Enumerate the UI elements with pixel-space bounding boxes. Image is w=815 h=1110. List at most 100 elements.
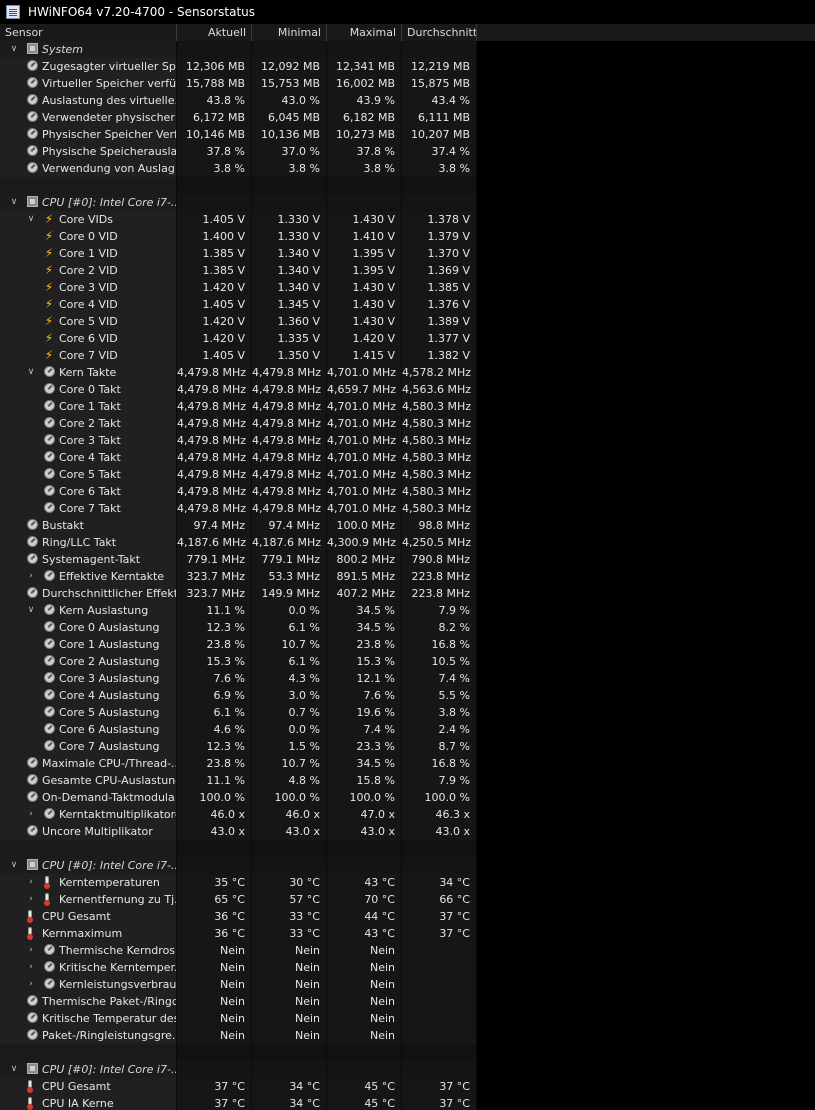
sensor-row[interactable]: › Kernentfernung zu Tj... 65 °C 57 °C 70 °C 6… xyxy=(0,891,815,908)
expand-chevron-icon[interactable]: › xyxy=(26,979,36,989)
value-aktuell: 4,187.6 MHz xyxy=(177,534,252,551)
collapse-chevron-icon[interactable]: ∨ xyxy=(26,605,36,615)
sensor-row[interactable]: ⚡ Core 2 VID 1.385 V 1.340 V 1.395 V 1.369 V xyxy=(0,262,815,279)
collapse-chevron-icon[interactable]: ∨ xyxy=(9,1064,19,1074)
sensor-row[interactable]: Kernmaximum 36 °C 33 °C 43 °C 37 °C xyxy=(0,925,815,942)
value-maximal: Nein xyxy=(327,993,402,1010)
expand-chevron-icon[interactable]: › xyxy=(26,571,36,581)
sensor-row[interactable]: › Kerntaktmultiplikatoren 46.0 x 46.0 x 47.0… xyxy=(0,806,815,823)
value-maximal: 4,701.0 MHz xyxy=(327,415,402,432)
sensor-row[interactable]: Systemagent-Takt 779.1 MHz 779.1 MHz 800.2 … xyxy=(0,551,815,568)
sensor-row[interactable]: Core 0 Auslastung 12.3 % 6.1 % 34.5 % 8.2 % xyxy=(0,619,815,636)
sensor-row[interactable]: › Thermische Kerndros... Nein Nein Nein xyxy=(0,942,815,959)
sensor-name-cell: Physischer Speicher Verf... xyxy=(0,126,177,143)
column-header-minimal[interactable]: Minimal xyxy=(252,24,327,41)
sensor-row[interactable]: Core 1 Takt 4,479.8 MHz 4,479.8 MHz 4,701.0… xyxy=(0,398,815,415)
collapse-chevron-icon[interactable]: ∨ xyxy=(9,860,19,870)
sensor-row[interactable]: ⚡ Core 1 VID 1.385 V 1.340 V 1.395 V 1.370 V xyxy=(0,245,815,262)
sensor-row[interactable]: › Kernleistungsverbrau... Nein Nein Nein xyxy=(0,976,815,993)
expand-chevron-icon[interactable]: › xyxy=(26,894,36,904)
gauge-icon xyxy=(44,978,55,989)
sensor-row[interactable]: ⚡ Core 7 VID 1.405 V 1.350 V 1.415 V 1.382 V xyxy=(0,347,815,364)
sensor-row[interactable]: ⚡ Core 0 VID 1.400 V 1.330 V 1.410 V 1.379 V xyxy=(0,228,815,245)
sensor-row[interactable]: Ring/LLC Takt 4,187.6 MHz 4,187.6 MHz 4,300… xyxy=(0,534,815,551)
sensor-row[interactable]: Bustakt 97.4 MHz 97.4 MHz 100.0 MHz 98.8 MHz xyxy=(0,517,815,534)
sensor-row[interactable]: ∨ ⚡ Core VIDs 1.405 V 1.330 V 1.430 V 1.378 V xyxy=(0,211,815,228)
sensor-row[interactable]: Core 5 Auslastung 6.1 % 0.7 % 19.6 % 3.8 % xyxy=(0,704,815,721)
column-header: Sensor Aktuell Minimal Maximal Durchschn… xyxy=(0,24,815,41)
value-minimal xyxy=(252,1044,327,1061)
sensor-row[interactable]: Thermische Paket-/Ringd... Nein Nein Nein xyxy=(0,993,815,1010)
value-aktuell xyxy=(177,1061,252,1078)
column-header-sensor[interactable]: Sensor xyxy=(0,24,177,41)
collapse-chevron-icon[interactable]: ∨ xyxy=(9,197,19,207)
sensor-row[interactable]: Core 3 Auslastung 7.6 % 4.3 % 12.1 % 7.4 % xyxy=(0,670,815,687)
sensor-row[interactable]: ∨ Kern Auslastung 11.1 % 0.0 % 34.5 % 7.9 % xyxy=(0,602,815,619)
collapse-chevron-icon[interactable]: ∨ xyxy=(26,214,36,224)
sensor-row[interactable]: Kritische Temperatur des... Nein Nein Nein xyxy=(0,1010,815,1027)
sensor-row[interactable]: On-Demand-Taktmodula... 100.0 % 100.0 % 100… xyxy=(0,789,815,806)
gauge-icon xyxy=(27,1029,38,1040)
sensor-row[interactable]: Verwendeter physischer ... 6,172 MB 6,045 … xyxy=(0,109,815,126)
sensor-row[interactable]: Core 6 Takt 4,479.8 MHz 4,479.8 MHz 4,701.0… xyxy=(0,483,815,500)
sensor-row[interactable]: Core 6 Auslastung 4.6 % 0.0 % 7.4 % 2.4 % xyxy=(0,721,815,738)
value-durchschnitt: 3.8 % xyxy=(402,160,477,177)
sensor-row[interactable]: Core 2 Auslastung 15.3 % 6.1 % 15.3 % 10.5 % xyxy=(0,653,815,670)
sensor-row[interactable]: CPU Gesamt 37 °C 34 °C 45 °C 37 °C xyxy=(0,1078,815,1095)
sensor-group-row[interactable]: ∨ System xyxy=(0,41,815,58)
value-aktuell xyxy=(177,194,252,211)
sensor-label: Core 0 Auslastung xyxy=(59,621,160,634)
sensor-row[interactable]: Uncore Multiplikator 43.0 x 43.0 x 43.0 x 43… xyxy=(0,823,815,840)
sensor-row[interactable]: Core 2 Takt 4,479.8 MHz 4,479.8 MHz 4,701.0… xyxy=(0,415,815,432)
expand-chevron-icon[interactable]: › xyxy=(26,962,36,972)
sensor-row[interactable]: Physischer Speicher Verf... 10,146 MB 10,1… xyxy=(0,126,815,143)
expand-chevron-icon[interactable]: › xyxy=(26,945,36,955)
column-header-aktuell[interactable]: Aktuell xyxy=(177,24,252,41)
collapse-chevron-icon[interactable]: ∨ xyxy=(26,367,36,377)
expand-chevron-icon[interactable]: › xyxy=(26,877,36,887)
sensor-group-row[interactable]: ∨ CPU [#0]: Intel Core i7-... xyxy=(0,857,815,874)
sensor-row[interactable]: Core 3 Takt 4,479.8 MHz 4,479.8 MHz 4,701.0… xyxy=(0,432,815,449)
sensor-row[interactable]: Zugesagter virtueller Sp... 12,306 MB 12,0… xyxy=(0,58,815,75)
sensor-row[interactable]: Durchschnittlicher Effekti...323.7 MHz14… xyxy=(0,585,815,602)
sensor-row[interactable]: › Effektive Kerntakte 323.7 MHz 53.3 MHz 891… xyxy=(0,568,815,585)
sensor-row[interactable]: ∨ Kern Takte 4,479.8 MHz 4,479.8 MHz 4,701.0… xyxy=(0,364,815,381)
gauge-icon xyxy=(44,604,55,615)
sensor-row[interactable]: Auslastung des virtuelle... 43.8 % 43.0 % 4… xyxy=(0,92,815,109)
gauge-icon xyxy=(44,468,55,479)
sensor-row[interactable]: Core 4 Auslastung 6.9 % 3.0 % 7.6 % 5.5 % xyxy=(0,687,815,704)
sensor-row[interactable]: › Kerntemperaturen 35 °C 30 °C 43 °C 34 °C xyxy=(0,874,815,891)
value-aktuell: 1.405 V xyxy=(177,296,252,313)
sensor-name-cell: Core 2 Auslastung xyxy=(0,653,177,670)
sensor-row[interactable]: Core 5 Takt 4,479.8 MHz 4,479.8 MHz 4,701.0… xyxy=(0,466,815,483)
value-aktuell: 37.8 % xyxy=(177,143,252,160)
sensor-row[interactable]: CPU Gesamt 36 °C 33 °C 44 °C 37 °C xyxy=(0,908,815,925)
sensor-row[interactable]: Verwendung von Auslag... 3.8 % 3.8 % 3.8 % 3… xyxy=(0,160,815,177)
sensor-row[interactable]: ⚡ Core 4 VID 1.405 V 1.345 V 1.430 V 1.376 V xyxy=(0,296,815,313)
sensor-row[interactable]: Physische Speicherausla... 37.8 % 37.0 % 37… xyxy=(0,143,815,160)
sensor-label: Core 6 VID xyxy=(59,332,118,345)
sensor-name-cell: ∨ System xyxy=(0,41,177,58)
sensor-row[interactable]: Core 4 Takt 4,479.8 MHz 4,479.8 MHz 4,701.0… xyxy=(0,449,815,466)
sensor-row[interactable]: Core 1 Auslastung 23.8 % 10.7 % 23.8 % 16.8 … xyxy=(0,636,815,653)
sensor-row[interactable]: CPU IA Kerne 37 °C 34 °C 45 °C 37 °C xyxy=(0,1095,815,1110)
sensor-row[interactable]: › Kritische Kerntemper... Nein Nein Nein xyxy=(0,959,815,976)
sensor-group-row[interactable]: ∨ CPU [#0]: Intel Core i7-... xyxy=(0,1061,815,1078)
value-durchschnitt: 7.9 % xyxy=(402,602,477,619)
sensor-row[interactable]: Virtueller Speicher verfü... 15,788 MB 15,… xyxy=(0,75,815,92)
sensor-row[interactable]: ⚡ Core 6 VID 1.420 V 1.335 V 1.420 V 1.377 V xyxy=(0,330,815,347)
column-header-maximal[interactable]: Maximal xyxy=(327,24,402,41)
sensor-row[interactable]: Paket-/Ringleistungsgre... Nein Nein Nein xyxy=(0,1027,815,1044)
column-header-durchschnitt[interactable]: Durchschnitt xyxy=(402,24,477,41)
sensor-row[interactable]: Maximale CPU-/Thread-... 23.8 % 10.7 % 34.5… xyxy=(0,755,815,772)
expand-chevron-icon[interactable]: › xyxy=(26,809,36,819)
sensor-row[interactable]: Core 7 Auslastung 12.3 % 1.5 % 23.3 % 8.7 % xyxy=(0,738,815,755)
sensor-row[interactable]: Gesamte CPU-Auslastung 11.1 % 4.8 % 15.8 % 7… xyxy=(0,772,815,789)
sensor-group-row[interactable]: ∨ CPU [#0]: Intel Core i7-... xyxy=(0,194,815,211)
sensor-row[interactable]: ⚡ Core 3 VID 1.420 V 1.340 V 1.430 V 1.385 V xyxy=(0,279,815,296)
sensor-name-cell: › Kernleistungsverbrau... xyxy=(0,976,177,993)
collapse-chevron-icon[interactable]: ∨ xyxy=(9,44,19,54)
sensor-row[interactable]: ⚡ Core 5 VID 1.420 V 1.360 V 1.430 V 1.389 V xyxy=(0,313,815,330)
sensor-row[interactable]: Core 7 Takt 4,479.8 MHz 4,479.8 MHz 4,701.0… xyxy=(0,500,815,517)
sensor-row[interactable]: Core 0 Takt 4,479.8 MHz 4,479.8 MHz 4,659.7… xyxy=(0,381,815,398)
